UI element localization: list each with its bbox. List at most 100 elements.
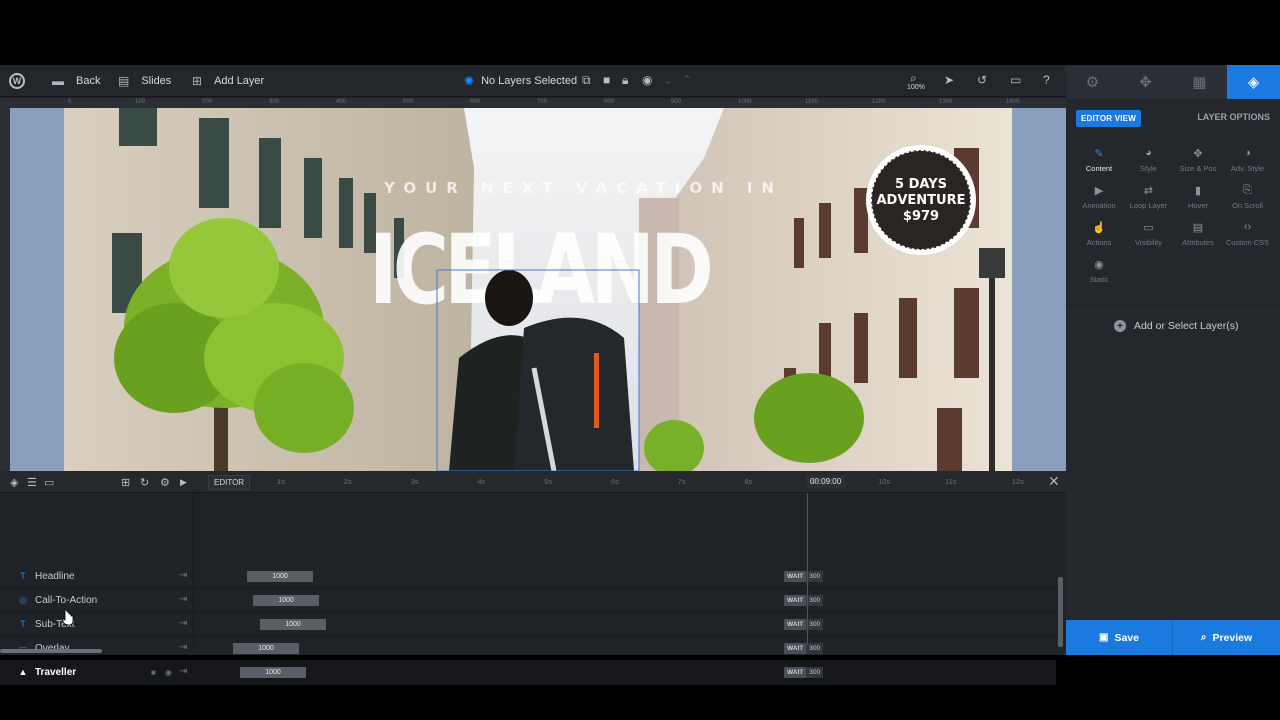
animation-duration-bar[interactable]: 1000 <box>260 619 326 630</box>
timeline-row-overlay[interactable]: ▭Overlay⇥1000WAIT300 <box>0 637 1056 661</box>
wait-value: 300 <box>806 595 824 606</box>
layer-option-label: Custom CSS <box>1225 238 1270 247</box>
layer-option-label: Attributes <box>1182 238 1214 247</box>
jump-to-layer-icon[interactable]: ⇥ <box>179 618 187 629</box>
timeline-row-headline[interactable]: T Headline ⇥ 1000 WAIT 300 <box>0 565 1056 589</box>
ruler-mark: 1000 <box>738 99 752 105</box>
jump-to-layer-icon[interactable]: ⇥ <box>179 570 187 581</box>
list-icon[interactable]: ☰ <box>27 476 37 489</box>
timeline-row-call-to-action[interactable]: ◎ Call-To-Action ⇥ 1000 WAIT 300 <box>0 589 1056 613</box>
editor-tab[interactable]: EDITOR <box>208 475 251 490</box>
street-lamp-head <box>979 248 1005 278</box>
move-icon: ✥ <box>1193 148 1203 160</box>
lock-icon[interactable]: 🔒︎ <box>622 73 628 88</box>
wait-block[interactable]: WAIT 300 <box>784 667 824 678</box>
visibility-eye-icon[interactable]: ◉ <box>165 668 172 677</box>
add-layer-button[interactable]: ⊞ Add Layer <box>192 65 264 97</box>
slides-button[interactable]: ▤ Slides <box>118 65 171 97</box>
layer-option-on-scroll[interactable]: ⎘ On Scroll <box>1223 184 1273 210</box>
layer-option-size-pos[interactable]: ✥ Size & Pos <box>1173 147 1223 173</box>
preview-button[interactable]: ⌕ Preview <box>1173 620 1280 655</box>
navigation-tab-icon[interactable]: ✥ <box>1119 65 1172 99</box>
animation-duration-bar[interactable]: 1000 <box>240 667 306 678</box>
jump-to-layer-icon[interactable]: ⇥ <box>179 642 187 653</box>
layer-option-static[interactable]: ◉ Static <box>1074 258 1124 284</box>
close-icon[interactable]: ✕ <box>1048 473 1060 490</box>
wait-block[interactable]: WAIT 300 <box>784 571 824 582</box>
refresh-icon[interactable]: ↻ <box>140 476 149 489</box>
ruler-mark: 100 <box>135 99 146 105</box>
undo-icon[interactable]: ↺ <box>977 73 987 87</box>
timeline-second-mark: 8s <box>744 477 753 486</box>
layer-name[interactable]: Traveller <box>35 667 76 678</box>
grid-icon[interactable]: ⊞ <box>121 476 130 489</box>
wordpress-logo-icon[interactable]: W <box>9 73 25 89</box>
align-icon[interactable]: ⌄ <box>663 73 673 87</box>
folder-icon[interactable]: ▭ <box>44 476 54 489</box>
layer-option-loop-layer[interactable]: ⇄ Loop Layer <box>1124 184 1174 210</box>
vertical-scrollbar[interactable] <box>1058 577 1063 647</box>
wait-block[interactable]: WAIT 300 <box>784 595 824 606</box>
layer-option-content[interactable]: ✎ Content <box>1074 147 1124 173</box>
add-select-label: Add or Select Layer(s) <box>1134 320 1239 332</box>
save-button[interactable]: ▣ Save <box>1066 620 1173 655</box>
layers-tab-icon[interactable]: ◈ <box>1227 65 1280 99</box>
layer-option-custom-css[interactable]: ‹› Custom CSS <box>1223 221 1273 247</box>
price-badge[interactable]: 5 DAYS ADVENTURE $979 <box>866 145 976 255</box>
layer-option-style[interactable]: ◕ Style <box>1124 147 1174 173</box>
arrange-icon[interactable]: ⌃ <box>682 73 692 87</box>
slide-stage[interactable]: YOUR NEXT VACATION IN ICELAND 5 DAYS ADV… <box>64 108 1012 471</box>
animation-duration-bar[interactable]: 1000 <box>233 643 299 654</box>
wait-block[interactable]: WAIT 300 <box>784 643 824 654</box>
mouse-cursor-icon <box>62 609 74 625</box>
palette-icon: ◕ <box>1145 147 1152 159</box>
wait-value: 300 <box>806 619 824 630</box>
animation-duration-bar[interactable]: 1000 <box>253 595 319 606</box>
layer-option-label: Static <box>1089 275 1109 284</box>
text-icon: T <box>20 571 26 581</box>
panel-divider <box>1066 305 1280 306</box>
ruler-mark: 600 <box>470 99 481 105</box>
back-button[interactable]: ▬ Back <box>52 65 100 97</box>
wait-value: 300 <box>806 667 824 678</box>
wait-label: WAIT <box>784 643 807 654</box>
pointer-icon[interactable]: ➤ <box>944 73 954 87</box>
timeline-row-sub-text[interactable]: T Sub-Text ⇥ 1000 WAIT 300 <box>0 613 1056 637</box>
layers-stack-icon[interactable]: ◈ <box>10 476 18 489</box>
layer-option-attributes[interactable]: ▤ Attributes <box>1173 221 1223 247</box>
duplicate-icon[interactable]: ⧉ <box>582 73 591 88</box>
timeline-panel: ◈ ☰ ▭ ⊞ ↻ ⚙ ▶ EDITOR 00:09:00 ✕ 1s 2s 3s 4s… <box>0 471 1066 685</box>
layer-name[interactable]: Call-To-Action <box>35 595 97 606</box>
wait-block[interactable]: WAIT 300 <box>784 619 824 630</box>
animation-duration-bar[interactable]: 1000 <box>247 571 313 582</box>
lock-icon[interactable]: ■ <box>151 668 156 677</box>
jump-to-layer-icon[interactable]: ⇥ <box>179 666 187 677</box>
settings-icon[interactable]: ⚙ <box>160 476 170 489</box>
layer-name[interactable]: Headline <box>35 571 74 582</box>
ruler-mark: 800 <box>604 99 615 105</box>
layer-option-hover[interactable]: ▮ Hover <box>1173 184 1223 210</box>
delete-icon[interactable]: ■ <box>603 73 610 87</box>
layer-status-label: No Layers Selected <box>481 75 578 87</box>
ruler-mark: 700 <box>537 99 548 105</box>
settings-tab-gear-icon[interactable]: ⚙ <box>1066 65 1119 99</box>
mouse-icon: ▮ <box>1194 185 1202 197</box>
help-icon[interactable]: ? <box>1043 73 1050 87</box>
horizontal-ruler: 0 100 200 300 400 500 600 700 800 900 1000 1100 1200… <box>10 98 1066 108</box>
layer-option-visibility[interactable]: ▭ Visibility <box>1124 221 1174 247</box>
layer-option-adv-style[interactable]: ◑ Adv. Style <box>1223 147 1273 173</box>
layer-option-animation[interactable]: ▶ Animation <box>1074 184 1124 210</box>
right-tree <box>754 373 864 463</box>
desktop-view-icon[interactable]: ▭ <box>1010 73 1021 87</box>
play-icon[interactable]: ▶ <box>180 477 187 488</box>
timeline-playhead[interactable] <box>807 493 808 645</box>
visibility-eye-icon[interactable]: ◉ <box>642 73 652 87</box>
horizontal-scrollbar[interactable] <box>0 649 102 653</box>
timeline-second-mark: 11s <box>945 477 957 486</box>
slides-tab-icon[interactable]: ▦ <box>1173 65 1226 99</box>
slide-subtitle[interactable]: YOUR NEXT VACATION IN <box>383 179 783 197</box>
timeline-row-traveller[interactable]: ▲ Traveller ■ ◉ ⇥ 1000 WAIT 300 <box>0 661 1056 685</box>
layer-option-actions[interactable]: ☝ Actions <box>1074 221 1124 247</box>
jump-to-layer-icon[interactable]: ⇥ <box>179 594 187 605</box>
editor-view-badge[interactable]: EDITOR VIEW <box>1076 110 1141 127</box>
